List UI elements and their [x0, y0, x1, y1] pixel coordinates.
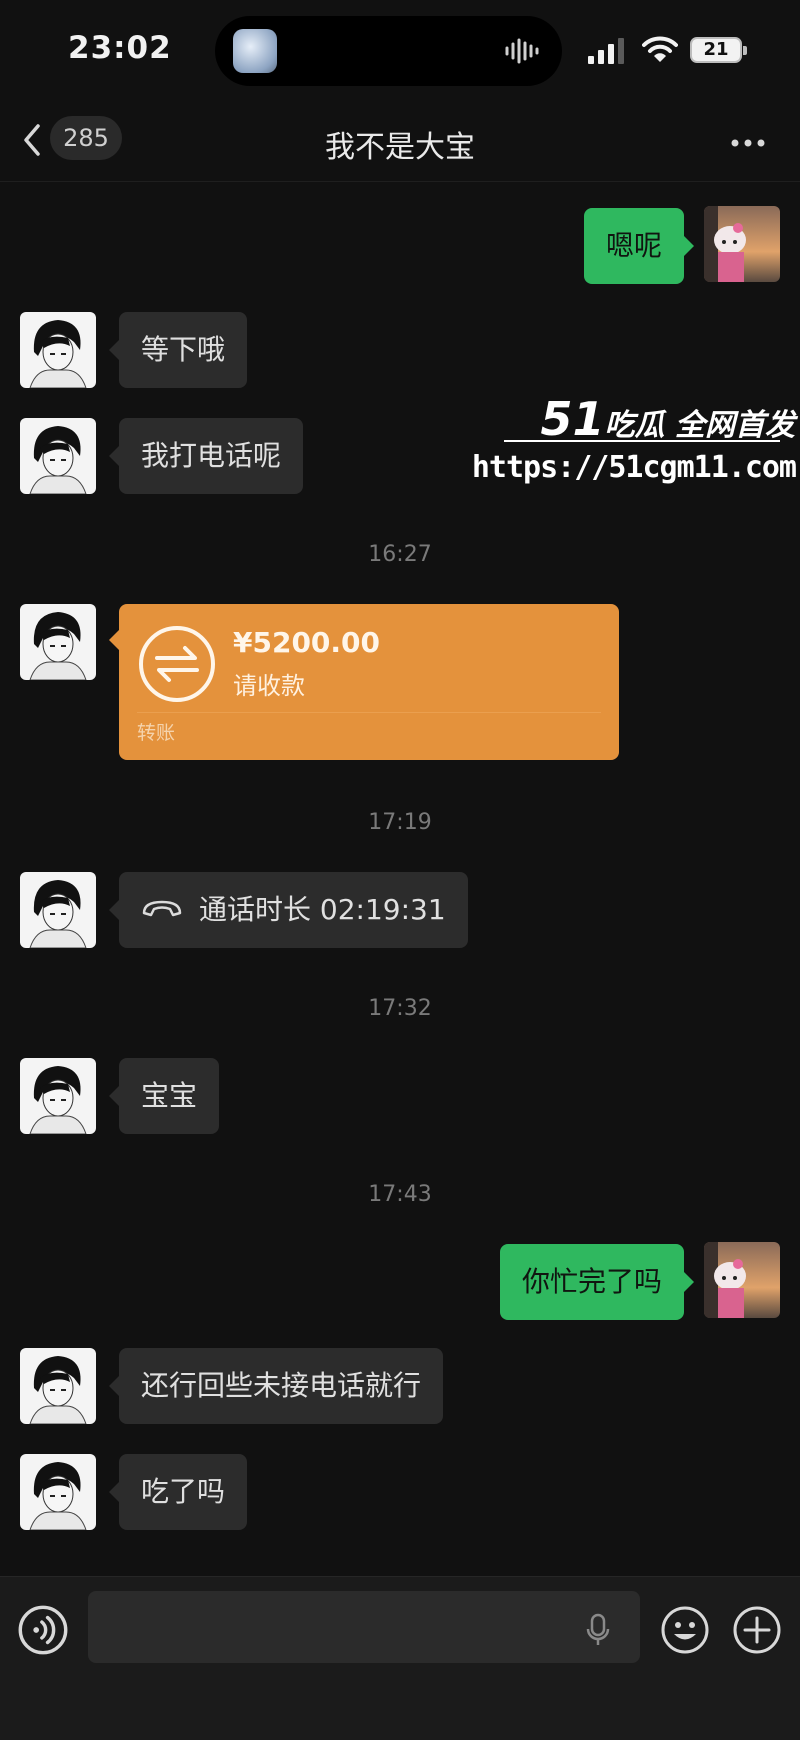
manga-boy-avatar-image — [20, 604, 96, 680]
hello-kitty-avatar-image — [704, 206, 780, 282]
message-bubble-outgoing[interactable]: 你忙完了吗 — [499, 1244, 695, 1320]
wifi-icon — [642, 36, 678, 62]
contact-avatar[interactable] — [20, 312, 96, 388]
dynamic-island[interactable] — [215, 16, 562, 86]
contact-avatar[interactable] — [20, 1058, 96, 1134]
manga-boy-avatar-image — [20, 1058, 96, 1134]
my-avatar[interactable] — [704, 1242, 780, 1318]
my-avatar[interactable] — [704, 206, 780, 282]
manga-boy-avatar-image — [20, 312, 96, 388]
call-record-bubble[interactable]: 通话时长 02:19:31 — [109, 872, 468, 948]
chat-input-bar — [0, 1576, 800, 1740]
transfer-card[interactable]: ¥5200.00 请收款 转账 — [109, 604, 619, 760]
audio-wave-icon — [505, 38, 539, 64]
watermark-url: https://51cgm11.com — [471, 450, 797, 485]
transfer-amount: ¥5200.00 — [233, 626, 381, 659]
contact-avatar[interactable] — [20, 872, 96, 948]
message-timestamp: 16:27 — [368, 542, 432, 567]
transfer-divider — [137, 712, 601, 713]
manga-boy-avatar-image — [20, 872, 96, 948]
unread-count-badge[interactable]: 285 — [50, 116, 122, 160]
transfer-label: 转账 — [137, 722, 176, 744]
call-duration-text: 通话时长 02:19:31 — [199, 893, 446, 926]
manga-boy-avatar-image — [20, 1454, 96, 1530]
message-bubble-outgoing[interactable]: 嗯呢 — [583, 208, 695, 284]
site-watermark: 51吃瓜 全网首发 https://51cgm11.com — [472, 392, 800, 492]
contact-avatar[interactable] — [20, 1454, 96, 1530]
message-input[interactable] — [88, 1591, 640, 1663]
chat-header: 285 我不是大宝 — [0, 100, 800, 182]
more-options-icon[interactable] — [730, 138, 766, 148]
watermark-rule — [504, 440, 780, 442]
message-timestamp: 17:19 — [368, 810, 432, 835]
now-playing-artwork — [233, 29, 277, 73]
message-bubble-incoming[interactable]: 等下哦 — [108, 312, 248, 388]
contact-avatar[interactable] — [20, 604, 96, 680]
emoji-icon[interactable] — [660, 1605, 710, 1655]
message-bubble-incoming[interactable]: 还行回些未接电话就行 — [108, 1348, 444, 1424]
contact-avatar[interactable] — [20, 1348, 96, 1424]
hello-kitty-avatar-image — [704, 1242, 780, 1318]
microphone-icon[interactable] — [586, 1613, 610, 1647]
transfer-note: 请收款 — [233, 672, 305, 700]
add-attachment-icon[interactable] — [732, 1605, 782, 1655]
watermark-brand: 51吃瓜 全网首发 — [540, 392, 795, 446]
status-bar: 23:02 21 — [0, 0, 800, 100]
message-bubble-incoming[interactable]: 宝宝 — [108, 1058, 220, 1134]
battery-indicator: 21 — [690, 37, 747, 63]
manga-boy-avatar-image — [20, 1348, 96, 1424]
voice-mode-icon[interactable] — [18, 1605, 68, 1655]
cellular-signal-icon — [588, 38, 624, 64]
message-timestamp: 17:32 — [368, 996, 432, 1021]
transfer-arrows-icon — [139, 626, 215, 702]
message-timestamp: 17:43 — [368, 1182, 432, 1207]
manga-boy-avatar-image — [20, 418, 96, 494]
status-time: 23:02 — [68, 30, 172, 66]
hang-up-phone-icon — [142, 900, 182, 917]
chat-title: 我不是大宝 — [325, 130, 475, 165]
message-bubble-incoming[interactable]: 吃了吗 — [108, 1454, 248, 1530]
message-bubble-incoming[interactable]: 我打电话呢 — [108, 418, 304, 494]
contact-avatar[interactable] — [20, 418, 96, 494]
back-chevron-icon[interactable] — [20, 120, 44, 160]
